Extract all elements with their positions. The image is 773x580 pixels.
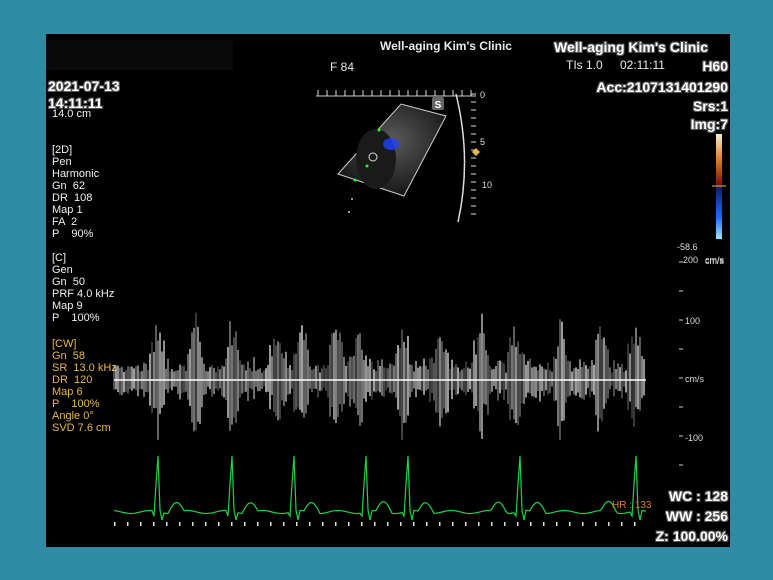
time-tick — [543, 522, 545, 526]
time-tick — [361, 522, 363, 526]
time-tick — [595, 522, 597, 526]
time-tick — [270, 522, 272, 526]
velocity-100: 100 — [685, 316, 701, 326]
time-tick — [348, 522, 350, 526]
time-tick — [478, 522, 480, 526]
zoom-level: Z: 100.00% — [655, 528, 728, 544]
time-tick — [569, 522, 571, 526]
time-tick — [179, 522, 181, 526]
time-tick — [621, 522, 623, 526]
time-tick — [387, 522, 389, 526]
ultrasound-graphics: S — [113, 90, 726, 526]
svg-text:S: S — [435, 100, 442, 111]
time-tick — [517, 522, 519, 526]
time-tick — [426, 522, 428, 526]
depth-5: 5 — [480, 137, 486, 147]
time-tick — [439, 522, 441, 526]
ecg-trace — [113, 455, 647, 521]
velocity-neg100: -100 — [685, 433, 704, 443]
time-tick — [634, 522, 636, 526]
time-tick — [244, 522, 246, 526]
focus-marker — [472, 148, 480, 156]
time-tick — [296, 522, 298, 526]
time-tick — [257, 522, 259, 526]
time-tick — [530, 522, 532, 526]
time-tick — [322, 522, 324, 526]
time-tick — [231, 522, 233, 526]
time-tick — [413, 522, 415, 526]
time-tick — [452, 522, 454, 526]
color-bar-min: -58.6 — [677, 242, 698, 252]
time-tick — [140, 522, 142, 526]
time-tick — [400, 522, 402, 526]
velocity-scale — [679, 261, 683, 466]
heart-rate-label: HR : 133 — [612, 500, 652, 511]
depth-10: 10 — [482, 180, 493, 190]
depth-0: 0 — [480, 90, 486, 100]
window-width: WW : 256 — [665, 508, 728, 524]
time-tick — [283, 522, 285, 526]
time-tick — [374, 522, 376, 526]
time-tick — [218, 522, 220, 526]
time-tick — [556, 522, 558, 526]
time-tick — [582, 522, 584, 526]
time-tick — [309, 522, 311, 526]
ultrasound-screen: Well-aging Kim's Clinic F 84 TIs 1.0 02:… — [46, 34, 730, 547]
window-center: WC : 128 — [668, 488, 728, 504]
velocity-zero-unit: cm/s — [685, 374, 704, 384]
time-tick — [608, 522, 610, 526]
time-tick — [335, 522, 337, 526]
velocity-200: 200 — [683, 255, 699, 265]
time-tick — [465, 522, 467, 526]
time-tick — [166, 522, 168, 526]
time-tick — [491, 522, 493, 526]
time-tick — [153, 522, 155, 526]
s-badge: S — [432, 97, 444, 111]
lateral-scale — [316, 90, 476, 97]
time-tick — [192, 522, 194, 526]
2d-sector-image — [337, 93, 466, 223]
time-tick — [504, 522, 506, 526]
velocity-unit-top: cm/s — [705, 255, 724, 265]
time-scale — [114, 522, 636, 526]
time-tick — [114, 522, 116, 526]
time-tick — [127, 522, 129, 526]
time-tick — [205, 522, 207, 526]
cw-doppler-spectrum — [113, 312, 645, 441]
